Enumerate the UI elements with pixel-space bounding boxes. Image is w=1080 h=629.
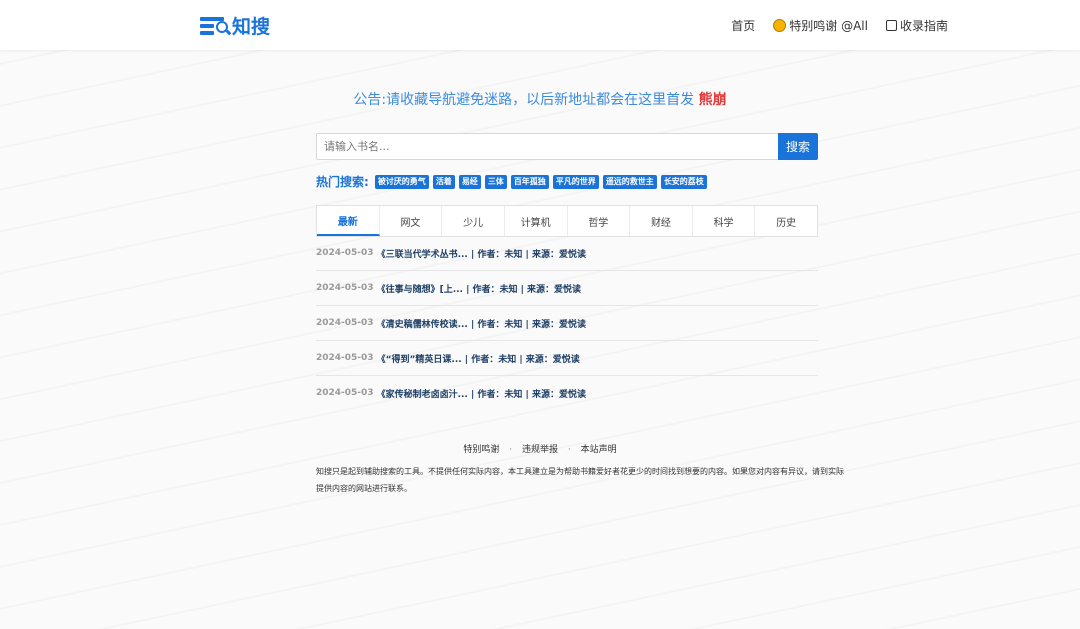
hot-search-label: 热门搜索: (316, 175, 369, 189)
list-item[interactable]: 2024-05-03 《清史稿儒林传校读... | 作者：未知 | 来源：爱悦读 (316, 306, 818, 341)
hot-tag[interactable]: 遥远的救世主 (602, 174, 657, 189)
hot-tag[interactable]: 被讨厌的勇气 (374, 174, 429, 189)
tab-computer[interactable]: 计算机 (505, 206, 568, 236)
nav-guide[interactable]: 收录指南 (885, 17, 948, 34)
nav-home-label: 首页 (731, 19, 756, 33)
hot-tag[interactable]: 长安的荔枝 (660, 174, 707, 189)
item-title[interactable]: 《家传秘制老卤卤汁... | 作者：未知 | 来源：爱悦读 (377, 387, 586, 400)
footer-link-statement[interactable]: 本站声明 (581, 445, 617, 455)
smiley-icon (773, 19, 787, 32)
nav-thanks-label: 特别鸣谢 @All (789, 19, 868, 33)
hot-tag[interactable]: 易经 (458, 174, 481, 189)
nav-home[interactable]: 首页 (731, 17, 755, 34)
footer-links: 特别鸣谢 · 违规举报 · 本站声明 (0, 442, 1080, 455)
tab-web-novels[interactable]: 网文 (380, 206, 443, 236)
logo-icon (200, 15, 232, 37)
tab-history[interactable]: 历史 (755, 206, 817, 236)
top-bar: 知搜 首页 特别鸣谢 @All 收录指南 (0, 0, 1080, 50)
announcement-text: 公告:请收藏导航避免迷路，以后新地址都会在这里首发 (353, 92, 695, 108)
tab-science[interactable]: 科学 (693, 206, 756, 236)
hot-tag[interactable]: 活着 (432, 174, 455, 189)
search-button[interactable]: 搜索 (778, 133, 818, 160)
search-bar: 搜索 (316, 133, 818, 160)
logo-text: 知搜 (232, 16, 271, 38)
item-date: 2024-05-03 (316, 318, 374, 328)
announcement-highlight[interactable]: 熊崩 (699, 92, 727, 108)
top-nav: 首页 特别鸣谢 @All 收录指南 (731, 17, 948, 34)
item-title[interactable]: 《往事与随想》[上... | 作者：未知 | 来源：爱悦读 (377, 282, 581, 295)
item-date: 2024-05-03 (316, 353, 374, 363)
tab-philosophy[interactable]: 哲学 (568, 206, 631, 236)
tab-latest[interactable]: 最新 (317, 206, 380, 236)
hot-searches: 热门搜索: 被讨厌的勇气 活着 易经 三体 百年孤独 平凡的世界 遥远的救世主 … (316, 173, 707, 190)
list-item[interactable]: 2024-05-03 《家传秘制老卤卤汁... | 作者：未知 | 来源：爱悦读 (316, 376, 818, 410)
hot-tag[interactable]: 百年孤独 (510, 174, 549, 189)
page: 知搜 首页 特别鸣谢 @All 收录指南 公告:请收藏导航避免迷路，以后新地址都… (0, 0, 1080, 629)
footer-separator: · (509, 445, 513, 455)
print-icon (885, 20, 897, 31)
item-title[interactable]: 《三联当代学术丛书... | 作者：未知 | 来源：爱悦读 (377, 247, 586, 260)
tab-finance[interactable]: 财经 (630, 206, 693, 236)
list-item[interactable]: 2024-05-03 《往事与随想》[上... | 作者：未知 | 来源：爱悦读 (316, 271, 818, 306)
nav-guide-label: 收录指南 (899, 19, 948, 33)
book-list: 2024-05-03 《三联当代学术丛书... | 作者：未知 | 来源：爱悦读… (316, 236, 818, 410)
footer-link-thanks[interactable]: 特别鸣谢 (463, 445, 499, 455)
search-input[interactable] (316, 133, 778, 160)
item-date: 2024-05-03 (316, 283, 374, 293)
list-item[interactable]: 2024-05-03 《“得到”精英日课... | 作者：未知 | 来源：爱悦读 (316, 341, 818, 376)
category-tabs: 最新 网文 少儿 计算机 哲学 财经 科学 历史 (316, 205, 818, 237)
announcement: 公告:请收藏导航避免迷路，以后新地址都会在这里首发 熊崩 (0, 89, 1080, 109)
nav-thanks[interactable]: 特别鸣谢 @All (773, 17, 868, 34)
item-date: 2024-05-03 (316, 248, 374, 258)
list-item[interactable]: 2024-05-03 《三联当代学术丛书... | 作者：未知 | 来源：爱悦读 (316, 236, 818, 271)
item-date: 2024-05-03 (316, 388, 374, 398)
logo[interactable]: 知搜 (200, 12, 270, 39)
hot-tag[interactable]: 平凡的世界 (552, 174, 599, 189)
item-title[interactable]: 《清史稿儒林传校读... | 作者：未知 | 来源：爱悦读 (377, 317, 586, 330)
footer-separator: · (567, 445, 571, 455)
footer-disclaimer: 知搜只是起到辅助搜索的工具。不提供任何实际内容，本工具建立是为帮助书籍爱好者花更… (316, 467, 844, 493)
hot-tag[interactable]: 三体 (484, 174, 507, 189)
footer-link-report[interactable]: 违规举报 (522, 445, 558, 455)
item-title[interactable]: 《“得到”精英日课... | 作者：未知 | 来源：爱悦读 (377, 352, 580, 365)
tab-children[interactable]: 少儿 (442, 206, 505, 236)
